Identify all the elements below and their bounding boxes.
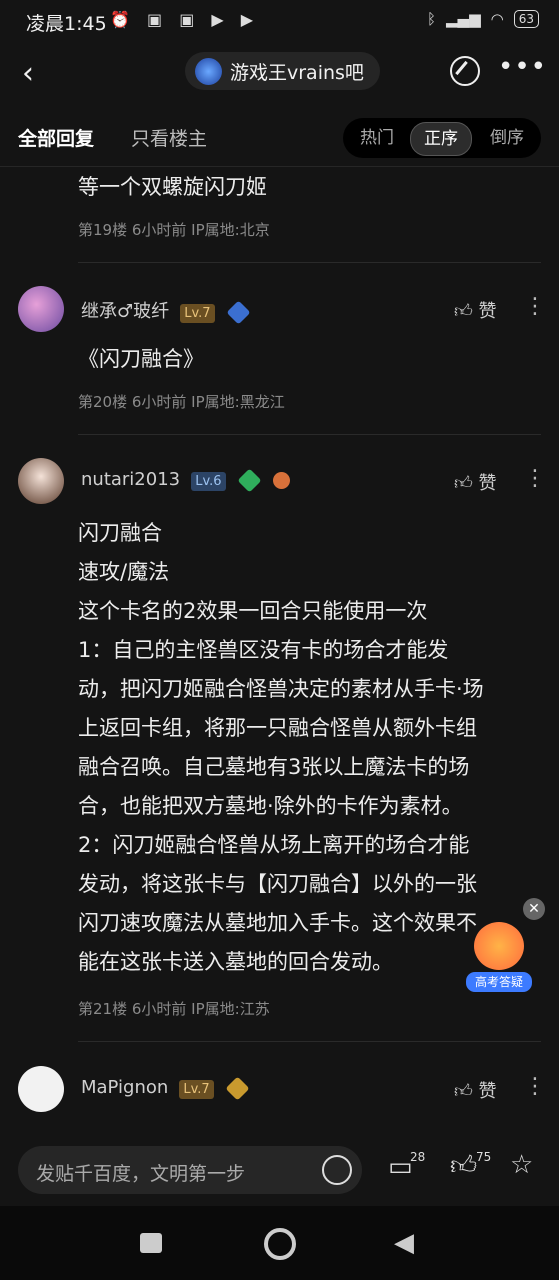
like-label: 赞 (478, 1081, 497, 1102)
post-line: 发动，将这张卡与【闪刀融合】以外的一张 (78, 872, 477, 896)
post-line: 动，把闪刀姬融合怪兽决定的素材从手卡·场 (78, 677, 484, 701)
thumb-up-icon: 👍︎ (454, 301, 473, 322)
post-line: 上返回卡组，将那一只融合怪兽从额外卡组 (78, 716, 477, 740)
thumb-up-icon[interactable]: 👍︎ (450, 1150, 477, 1181)
post-line: 2：闪刀姬融合怪兽从场上离开的场合才能 (78, 833, 470, 857)
like-button[interactable]: 👍︎ 赞 (454, 1077, 497, 1103)
more-vert-icon[interactable]: ⋮ (524, 294, 546, 319)
divider (78, 262, 541, 263)
forum-logo-icon (195, 57, 222, 85)
like-button[interactable]: 👍︎ 赞 (454, 297, 497, 323)
gem-badge-icon (237, 468, 262, 493)
level-badge: Lv.6 (191, 472, 226, 491)
sort-desc[interactable]: 倒序 (477, 122, 537, 154)
bottom-bar: 发贴千百度，文明第一步 ▭ 28 👍︎ 75 ☆ (0, 1132, 559, 1206)
thumb-up-icon: 👍︎ (454, 1081, 473, 1102)
level-badge: Lv.7 (179, 1080, 214, 1099)
post-line: 速攻/魔法 (78, 560, 170, 584)
recents-icon[interactable] (140, 1233, 162, 1253)
reply-input[interactable]: 发贴千百度，文明第一步 (18, 1146, 362, 1194)
wifi-icon: ◠ (490, 10, 504, 28)
post-19-text: 等一个双螺旋闪刀姬 (78, 175, 267, 199)
more-icon[interactable]: ••• (498, 52, 547, 82)
close-icon[interactable]: ✕ (523, 898, 545, 920)
forum-pill[interactable]: 游戏王vrains吧 (185, 52, 380, 90)
reply-tabs: 全部回复 只看楼主 热门 正序 倒序 (0, 110, 559, 167)
forum-name: 游戏王vrains吧 (230, 61, 364, 84)
bluetooth-icon: ᛒ (427, 10, 437, 28)
system-nav-bar: ◀ (0, 1206, 559, 1280)
gamepad-badge-icon (272, 472, 290, 489)
post-20-text: 《闪刀融合》 (78, 347, 204, 371)
post-21-user-row: nutari2013 Lv.6 (81, 468, 290, 493)
notification-icons: ⏰ ▣ ▣ ▶ ▶ (110, 10, 260, 29)
like-button[interactable]: 👍︎ 赞 (454, 469, 497, 495)
back-icon[interactable]: ‹ (22, 56, 34, 91)
username[interactable]: nutari2013 (81, 469, 180, 490)
post-21-meta: 第21楼 6小时前 IP属地:江苏 (78, 1000, 270, 1018)
thumb-up-icon: 👍︎ (454, 473, 473, 494)
tab-all-replies[interactable]: 全部回复 (18, 124, 94, 151)
emoji-icon[interactable] (322, 1155, 352, 1185)
username[interactable]: 继承♂玻纤 (81, 301, 169, 322)
post-line: 这个卡名的2效果一回合只能使用一次 (78, 599, 428, 623)
status-bar: 凌晨1:45 ⏰ ▣ ▣ ▶ ▶ ᛒ ▂▄▆ ◠ 63 (0, 0, 559, 42)
gem-badge-icon (225, 1076, 250, 1101)
avatar[interactable] (18, 1066, 64, 1112)
floating-ad[interactable]: 高考答疑 (466, 922, 532, 994)
home-icon[interactable] (264, 1228, 296, 1260)
back-nav-icon[interactable]: ◀ (394, 1228, 414, 1258)
signal-icon: ▂▄▆ (446, 10, 481, 28)
reply-placeholder: 发贴千百度，文明第一步 (36, 1163, 246, 1185)
like-count: 75 (476, 1150, 492, 1164)
username[interactable]: MaPignon (81, 1077, 168, 1098)
post-19-meta: 第19楼 6小时前 IP属地:北京 (78, 221, 270, 239)
post-20-user-row: 继承♂玻纤 Lv.7 (81, 297, 251, 325)
ad-label: 高考答疑 (466, 972, 532, 992)
tab-op-only[interactable]: 只看楼主 (131, 124, 207, 151)
megaphone-icon (474, 922, 524, 970)
gem-badge-icon (226, 300, 251, 325)
like-label: 赞 (478, 301, 497, 322)
avatar[interactable] (18, 286, 64, 332)
sort-hot[interactable]: 热门 (347, 122, 407, 154)
post-20-meta: 第20楼 6小时前 IP属地:黑龙江 (78, 393, 285, 411)
comment-icon[interactable]: ▭ (388, 1152, 413, 1182)
level-badge: Lv.7 (180, 304, 215, 323)
more-vert-icon[interactable]: ⋮ (524, 466, 546, 491)
post-line: 闪刀融合 (78, 521, 162, 545)
post-line: 融合召唤。自己墓地有3张以上魔法卡的场 (78, 755, 470, 779)
divider (78, 1041, 541, 1042)
post-line: 合，也能把双方墓地·除外的卡作为素材。 (78, 794, 463, 818)
sort-toggle: 热门 正序 倒序 (343, 118, 541, 158)
more-vert-icon[interactable]: ⋮ (524, 1074, 546, 1099)
status-right: ᛒ ▂▄▆ ◠ 63 (427, 10, 539, 28)
top-nav: ‹ 游戏王vrains吧 ••• (0, 48, 559, 98)
post-22-user-row: MaPignon Lv.7 (81, 1076, 250, 1101)
star-icon[interactable]: ☆ (510, 1150, 533, 1180)
avatar[interactable] (18, 458, 64, 504)
battery-icon: 63 (513, 10, 539, 28)
like-label: 赞 (478, 473, 497, 494)
status-time: 凌晨1:45 (26, 13, 107, 35)
divider (78, 434, 541, 435)
post-21-body: 闪刀融合 速攻/魔法 这个卡名的2效果一回合只能使用一次 1：自己的主怪兽区没有… (78, 514, 548, 982)
comment-count: 28 (410, 1150, 426, 1164)
sort-asc[interactable]: 正序 (410, 122, 472, 156)
post-line: 1：自己的主怪兽区没有卡的场合才能发 (78, 638, 449, 662)
edit-icon[interactable] (450, 56, 480, 86)
